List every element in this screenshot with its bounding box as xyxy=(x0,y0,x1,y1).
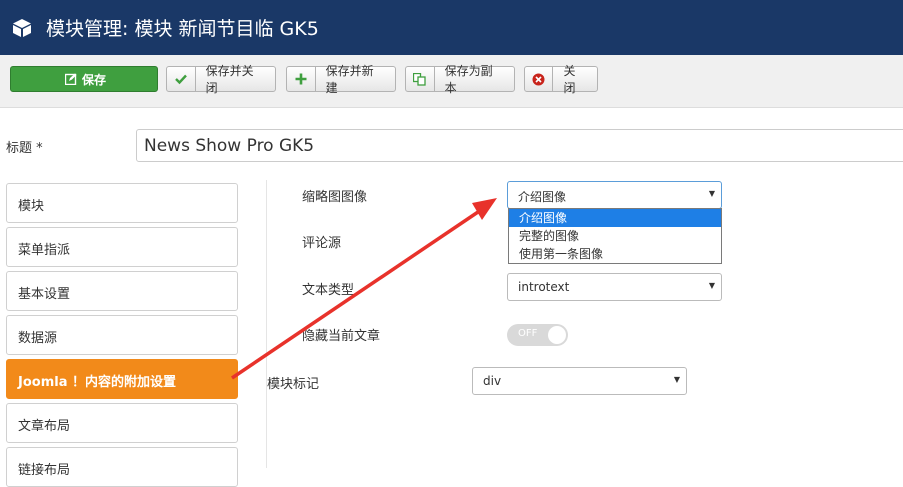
save-close-label: 保存并关闭 xyxy=(205,64,254,95)
module-tag-label: 模块标记 xyxy=(267,377,320,392)
close-button[interactable]: 关闭 xyxy=(524,64,598,95)
tab-article-layout[interactable]: 文章布局 xyxy=(6,403,238,443)
edit-icon xyxy=(62,67,80,91)
chevron-down-icon: ▼ xyxy=(708,189,715,198)
chevron-down-icon: ▼ xyxy=(673,375,680,384)
dropdown-option[interactable]: 介绍图像 xyxy=(509,209,721,227)
tab-basic-settings[interactable]: 基本设置 xyxy=(6,271,238,311)
check-icon xyxy=(167,67,196,91)
app-header: 模块管理: 模块 新闻节目临 GK5 xyxy=(0,0,903,55)
hide-current-toggle[interactable]: OFF xyxy=(507,324,568,346)
tab-menu-assignment[interactable]: 菜单指派 xyxy=(6,227,238,267)
cube-icon xyxy=(12,18,32,38)
tab-data-source[interactable]: 数据源 xyxy=(6,315,238,355)
comment-label: 评论源 xyxy=(302,236,342,251)
thumb-dropdown: 介绍图像 完整的图像 使用第一条图像 xyxy=(508,208,722,264)
save-new-label: 保存并新建 xyxy=(325,64,374,95)
tab-joomla-content-extra[interactable]: Joomla ！内容的附加设置 xyxy=(6,359,238,399)
title-input[interactable]: News Show Pro GK5 xyxy=(136,129,903,162)
dropdown-option[interactable]: 使用第一条图像 xyxy=(509,245,721,263)
hide-current-label: 隐藏当前文章 xyxy=(302,329,381,344)
toolbar: 保存 保存并关闭 保存并新建 保存为副本 关闭 xyxy=(0,55,903,108)
save-label: 保存 xyxy=(81,72,106,87)
copy-icon xyxy=(406,67,435,91)
text-type-label: 文本类型 xyxy=(302,283,355,298)
module-tag-value: div xyxy=(483,374,502,388)
text-type-value: introtext xyxy=(518,280,570,294)
save-copy-button[interactable]: 保存为副本 xyxy=(405,64,515,95)
chevron-down-icon: ▼ xyxy=(708,281,715,290)
thumb-select[interactable]: 介绍图像 ▼ xyxy=(507,181,722,209)
toggle-knob xyxy=(548,326,566,344)
module-tag-select[interactable]: div ▼ xyxy=(472,367,687,395)
tab-link-layout[interactable]: 链接布局 xyxy=(6,447,238,487)
title-label: 标题 * xyxy=(6,141,43,156)
save-new-button[interactable]: 保存并新建 xyxy=(286,64,396,95)
thumb-select-value: 介绍图像 xyxy=(518,190,567,204)
save-close-button[interactable]: 保存并关闭 xyxy=(166,64,276,95)
close-label: 关闭 xyxy=(563,64,576,95)
save-button[interactable]: 保存 xyxy=(10,66,158,92)
text-type-select[interactable]: introtext ▼ xyxy=(507,273,722,301)
thumb-label: 缩略图图像 xyxy=(302,190,368,205)
page-title: 模块管理: 模块 新闻节目临 GK5 xyxy=(46,18,319,40)
tab-module[interactable]: 模块 xyxy=(6,183,238,223)
divider xyxy=(266,180,267,468)
close-icon xyxy=(525,67,554,91)
dropdown-option[interactable]: 完整的图像 xyxy=(509,227,721,245)
toggle-state: OFF xyxy=(518,328,538,339)
save-copy-label: 保存为副本 xyxy=(444,64,493,95)
plus-icon xyxy=(287,67,316,91)
